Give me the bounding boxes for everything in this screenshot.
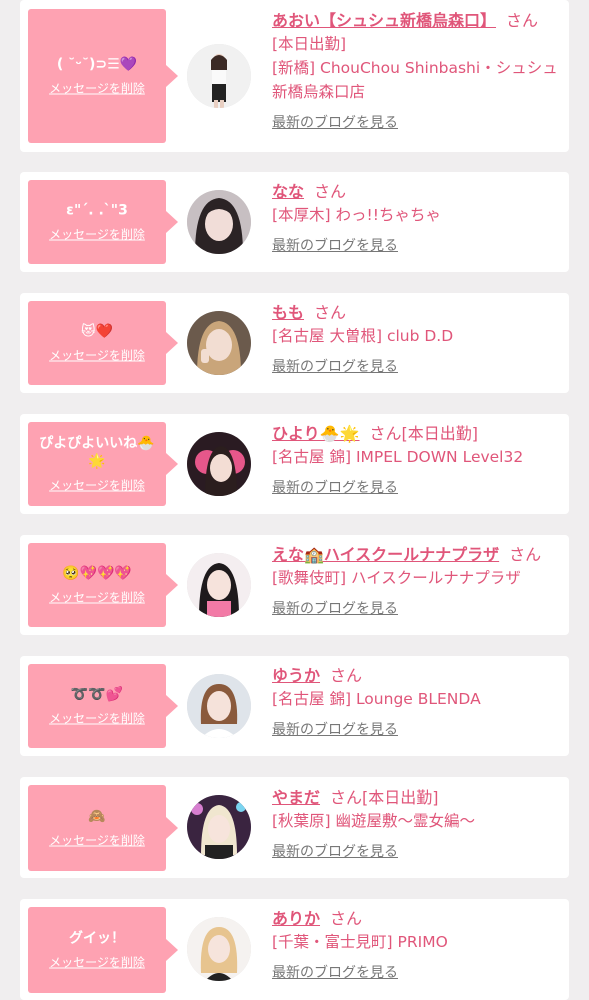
message-bubble: ε"´. .`"3 メッセージを削除 [28,180,178,264]
cast-name-link[interactable]: ゆうか [272,666,320,685]
woman-standing-portrait-icon [187,44,251,108]
woman-uniform-portrait-icon [187,553,251,617]
delete-message-link[interactable]: メッセージを削除 [49,477,145,494]
honorific-label: さん [509,545,542,564]
avatar[interactable] [187,311,251,375]
delete-message-link[interactable]: メッセージを削除 [49,710,145,727]
woman-selfie-portrait-icon [187,190,251,254]
cast-name-link[interactable]: ひより🐣🌟 [272,424,360,443]
avatar[interactable] [187,674,251,738]
avatar[interactable] [187,917,251,981]
status-text: [本日出勤] [272,35,347,53]
shop-name: [名古屋 大曽根] club D.D [272,327,454,345]
message-card: ( ˘ᵕ˘)⊃☰💜 メッセージを削除 あおい【シュシュ新橋烏森口】 さん [本日出… [20,0,569,152]
message-text: ( ˘ᵕ˘)⊃☰💜 [56,56,138,73]
message-bubble: グイッ！ メッセージを削除 [28,907,178,993]
latest-blog-link[interactable]: 最新のブログを見る [272,719,398,739]
latest-blog-link[interactable]: 最新のブログを見る [272,841,398,861]
message-text: グイッ！ [69,930,125,947]
avatar[interactable] [187,553,251,617]
woman-blonde-portrait-icon [187,917,251,981]
message-bubble: ぴよぴよいいね🐣🌟 メッセージを削除 [28,422,178,506]
woman-peace-sign-portrait-icon [187,311,251,375]
latest-blog-link[interactable]: 最新のブログを見る [272,235,398,255]
shop-name: [千葉・富士見町] PRIMO [272,933,448,951]
message-card: グイッ！ メッセージを削除 ありか さん [千葉・富士見町] PRIMO 最新のブ… [20,899,569,1000]
delete-message-link[interactable]: メッセージを削除 [49,226,145,243]
delete-message-link[interactable]: メッセージを削除 [49,80,145,97]
message-bubble: 😻❤️ メッセージを削除 [28,301,178,385]
woman-logo-background-portrait-icon [187,432,251,496]
cast-name-link[interactable]: あおい【シュシュ新橋烏森口】 [272,11,496,30]
status-text: [本日出勤] [362,788,439,807]
avatar[interactable] [187,432,251,496]
avatar[interactable] [187,190,251,254]
latest-blog-link[interactable]: 最新のブログを見る [272,112,398,132]
message-card: 🙈 メッセージを削除 やまだ さん[本日出勤] [秋葉原] 幽遊屋敷〜霊女編〜 最… [20,777,569,878]
honorific-label: さん [330,909,363,928]
message-card: 😻❤️ メッセージを削除 もも さん [名古屋 大曽根] club D.D 最新の… [20,293,569,393]
status-text: [本日出勤] [401,424,479,443]
latest-blog-link[interactable]: 最新のブログを見る [272,477,398,497]
shop-name: [秋葉原] 幽遊屋敷〜霊女編〜 [272,812,476,830]
delete-message-link[interactable]: メッセージを削除 [49,954,145,971]
message-text: 🥺💖💖💖 [62,565,132,582]
message-text: 😻❤️ [80,323,114,340]
avatar[interactable] [187,795,251,859]
honorific-label: さん [369,424,402,443]
shop-name: [本厚木] わっ!!ちゃちゃ [272,206,441,224]
delete-message-link[interactable]: メッセージを削除 [49,347,145,364]
cast-name-link[interactable]: ありか [272,909,320,928]
message-card: ぴよぴよいいね🐣🌟 メッセージを削除 ひより🐣🌟 さん[本日出勤] [名古屋 錦]… [20,414,569,514]
message-bubble: 🥺💖💖💖 メッセージを削除 [28,543,178,627]
honorific-label: さん [330,788,363,807]
delete-message-link[interactable]: メッセージを削除 [49,832,145,849]
message-text: ぴよぴよいいね🐣🌟 [39,435,155,470]
woman-white-dress-portrait-icon [187,674,251,738]
cast-name-link[interactable]: えな🏫ハイスクールナナプラザ [272,545,499,564]
shop-name: [名古屋 錦] Lounge BLENDA [272,690,481,708]
message-bubble: 🙈 メッセージを削除 [28,785,178,871]
latest-blog-link[interactable]: 最新のブログを見る [272,356,398,376]
message-text: ➰➰💕 [70,686,124,703]
honorific-label: さん [506,11,539,30]
message-text: ε"´. .`"3 [66,202,128,219]
cast-name-link[interactable]: やまだ [272,788,320,807]
message-card: 🥺💖💖💖 メッセージを削除 えな🏫ハイスクールナナプラザ さん [歌舞伎町] ハイ… [20,535,569,635]
message-card: ε"´. .`"3 メッセージを削除 なな さん [本厚木] わっ!!ちゃちゃ 最… [20,172,569,272]
honorific-label: さん [314,182,347,201]
avatar[interactable] [187,44,251,108]
message-text: 🙈 [88,808,106,825]
shop-name: [名古屋 錦] IMPEL DOWN Level32 [272,448,524,466]
latest-blog-link[interactable]: 最新のブログを見る [272,962,398,982]
message-bubble: ➰➰💕 メッセージを削除 [28,664,178,748]
shop-name: [新橋] ChouChou Shinbashi・シュシュ新橋烏森口店 [272,59,558,101]
message-list: ( ˘ᵕ˘)⊃☰💜 メッセージを削除 あおい【シュシュ新橋烏森口】 さん [本日出… [0,0,589,1000]
cast-name-link[interactable]: なな [272,182,304,201]
delete-message-link[interactable]: メッセージを削除 [49,589,145,606]
shop-name: [歌舞伎町] ハイスクールナナプラザ [272,569,521,587]
latest-blog-link[interactable]: 最新のブログを見る [272,598,398,618]
honorific-label: さん [330,666,363,685]
message-card: ➰➰💕 メッセージを削除 ゆうか さん [名古屋 錦] Lounge BLENDA… [20,656,569,756]
cast-name-link[interactable]: もも [272,303,304,322]
honorific-label: さん [314,303,347,322]
woman-costume-portrait-icon [187,795,251,859]
message-bubble: ( ˘ᵕ˘)⊃☰💜 メッセージを削除 [28,9,178,143]
